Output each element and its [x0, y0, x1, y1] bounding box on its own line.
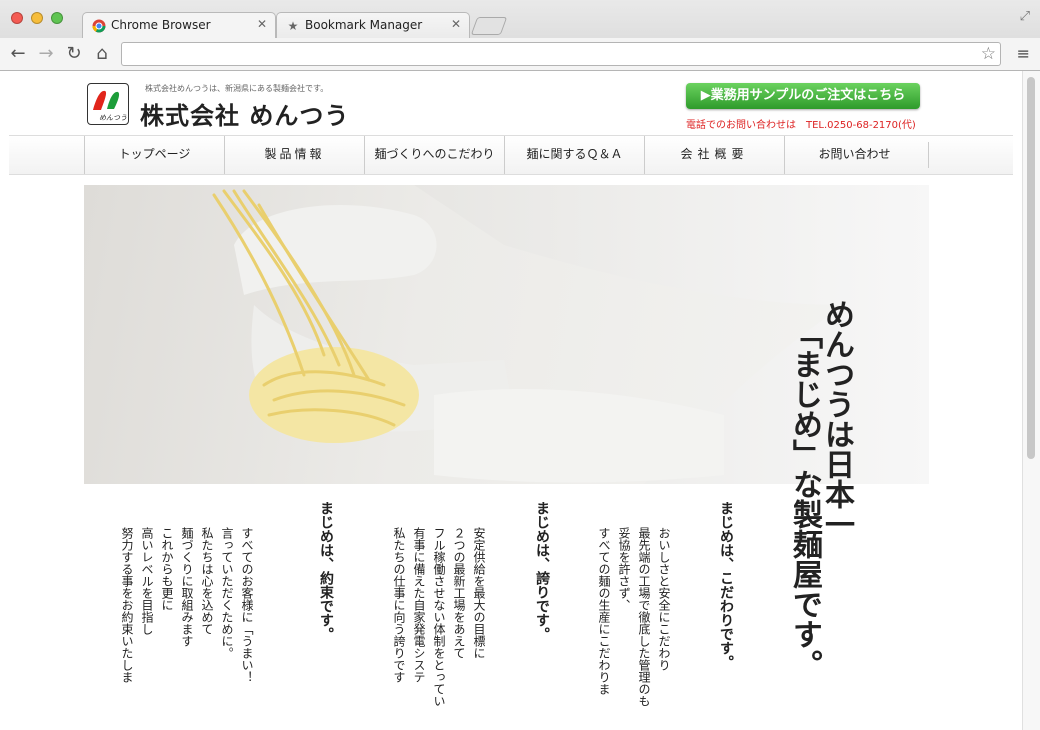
company-tagline: 株式会社めんつうは、新潟県にある製麺会社です。 — [145, 84, 329, 93]
browser-toolbar: ← → ↻ ⌂ ☆ ≡ — [0, 38, 1040, 70]
browser-window-frame: Chrome Browser ✕ ★ Bookmark Manager ✕ ⤢ … — [0, 0, 1040, 71]
body-line: 妥協を許さず、 — [617, 527, 631, 611]
home-icon[interactable]: ⌂ — [90, 42, 114, 66]
body-line: 言っていただくために。 — [220, 527, 234, 659]
star-icon: ★ — [287, 19, 299, 33]
nav-divider — [928, 142, 929, 168]
minimize-window-button[interactable] — [31, 12, 43, 24]
tab-title: Chrome Browser — [111, 18, 211, 32]
body-line: ２つの最新工場をあえて — [452, 527, 466, 659]
main-heading-line-2: 「まじめ」な製麺屋です。 — [787, 319, 822, 679]
new-tab-button[interactable] — [470, 17, 508, 35]
reload-icon[interactable]: ↻ — [62, 42, 86, 66]
section-heading: まじめは、こだわりです。 — [718, 501, 734, 669]
company-logo[interactable]: めんつう — [87, 83, 129, 125]
body-line: 私たちは心を込めて — [200, 527, 214, 635]
body-line: すべての麺の生産にこだわりま — [597, 527, 611, 695]
tab-chrome-browser[interactable]: Chrome Browser ✕ — [82, 12, 276, 38]
back-arrow-icon[interactable]: ← — [6, 42, 30, 66]
nav-faq[interactable]: 麺に関するＱ＆Ａ — [504, 136, 644, 174]
close-tab-icon[interactable]: ✕ — [257, 17, 267, 31]
scrollbar-thumb[interactable] — [1027, 77, 1035, 459]
close-tab-icon[interactable]: ✕ — [451, 17, 461, 31]
body-line: フル稼働させない体制をとってい — [432, 527, 446, 707]
main-heading-line-1: めんつうは日本一 — [819, 299, 854, 539]
forward-arrow-icon[interactable]: → — [34, 42, 58, 66]
body-line: すべてのお客様に「うまい！ — [240, 527, 254, 683]
company-name: 株式会社 めんつう — [140, 102, 350, 130]
vertical-scrollbar[interactable] — [1022, 71, 1040, 730]
body-line: これからも更に — [160, 527, 174, 611]
body-line: 麺づくりに取組みます — [180, 527, 194, 647]
global-nav: トップページ 製品情報 麺づくりへのこだわり 麺に関するＱ＆Ａ 会社概要 お問い… — [9, 135, 1013, 175]
nav-commitment[interactable]: 麺づくりへのこだわり — [364, 136, 504, 174]
fullscreen-icon[interactable]: ⤢ — [1020, 9, 1030, 24]
web-page: めんつう 株式会社めんつうは、新潟県にある製麺会社です。 株式会社 めんつう ▶… — [0, 71, 1022, 730]
nav-contact[interactable]: お問い合わせ — [784, 136, 924, 174]
tab-bookmark-manager[interactable]: ★ Bookmark Manager ✕ — [276, 12, 470, 38]
sample-order-button[interactable]: ▶業務用サンプルのご注文はこちら — [686, 83, 920, 109]
address-bar[interactable]: ☆ — [121, 42, 1001, 66]
nav-company[interactable]: 会社概要 — [644, 136, 784, 174]
section-body: 安定供給を最大の目標に ２つの最新工場をあえて フル稼働させない体制をとってい … — [389, 527, 489, 707]
section-heading: まじめは、誇りです。 — [534, 501, 550, 641]
body-line: 安定供給を最大の目標に — [472, 527, 486, 659]
body-line: 最先端の工場で徹底した管理のも — [637, 527, 651, 707]
section-body: おいしさと安全にこだわり 最先端の工場で徹底した管理のも 妥協を許さず、 すべて… — [594, 527, 674, 707]
phone-contact: 電話でのお問い合わせは TEL.0250-68-2170(代) — [686, 120, 916, 131]
chrome-icon — [92, 19, 106, 33]
tab-title: Bookmark Manager — [305, 18, 423, 32]
section-body: すべてのお客様に「うまい！ 言っていただくために。 私たちは心を込めて 麺づくり… — [117, 527, 257, 683]
body-line: おいしさと安全にこだわり — [657, 527, 671, 671]
menu-icon[interactable]: ≡ — [1017, 44, 1030, 63]
main-heading: めんつうは日本一 「まじめ」な製麺屋です。 — [787, 299, 854, 679]
zoom-window-button[interactable] — [51, 12, 63, 24]
nav-products[interactable]: 製品情報 — [224, 136, 364, 174]
body-line: 有事に備えた自家発電システ — [412, 527, 426, 683]
body-line: 私たちの仕事に向う誇りです — [392, 527, 406, 683]
bookmark-star-icon[interactable]: ☆ — [981, 44, 996, 64]
close-window-button[interactable] — [11, 12, 23, 24]
svg-text:めんつう: めんつう — [99, 114, 127, 122]
section-heading: まじめは、約束です。 — [318, 501, 334, 641]
nav-top-page[interactable]: トップページ — [84, 136, 224, 174]
body-line: 高いレベルを目指し — [140, 527, 154, 635]
body-line: 努力する事をお約束いたしま — [120, 527, 134, 683]
